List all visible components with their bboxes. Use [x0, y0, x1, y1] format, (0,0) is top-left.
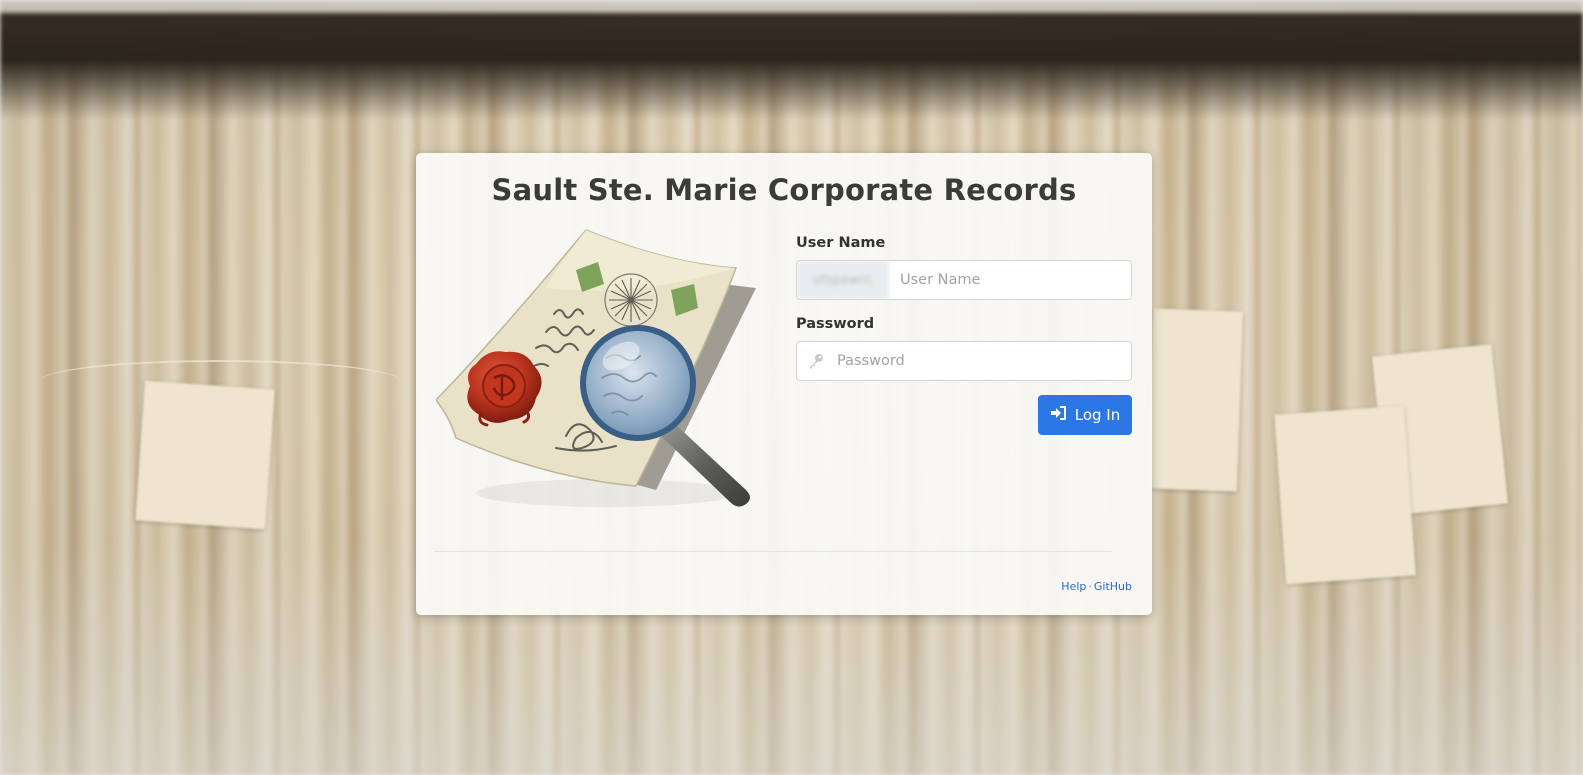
login-button[interactable]: Log In [1038, 395, 1132, 435]
password-input[interactable] [835, 342, 1131, 380]
username-input-group: ofspawn\ [796, 260, 1132, 300]
login-card: Sault Ste. Marie Corporate Records User … [416, 153, 1152, 615]
page-title: Sault Ste. Marie Corporate Records [491, 173, 1077, 207]
login-form: User Name ofspawn\ Password [796, 235, 1132, 435]
background-tag [1146, 308, 1244, 492]
sign-in-icon [1050, 405, 1067, 425]
domain-prefix: ofspawn\ [797, 261, 888, 299]
footer-separator: · [1088, 580, 1092, 593]
username-label: User Name [796, 235, 886, 251]
login-button-label: Log In [1074, 406, 1121, 424]
footer-links: Help · GitHub [1061, 580, 1132, 593]
background-tag [135, 380, 275, 530]
background-tag [1274, 405, 1416, 585]
actions-row: Log In [796, 395, 1132, 435]
footer-divider [434, 551, 1112, 552]
username-input[interactable] [888, 261, 1131, 299]
parchment-seal-magnifier-icon [435, 228, 766, 513]
help-link[interactable]: Help [1061, 580, 1086, 593]
github-link[interactable]: GitHub [1094, 580, 1132, 593]
key-icon [797, 342, 835, 380]
password-input-group [796, 341, 1132, 381]
password-label: Password [796, 316, 875, 332]
